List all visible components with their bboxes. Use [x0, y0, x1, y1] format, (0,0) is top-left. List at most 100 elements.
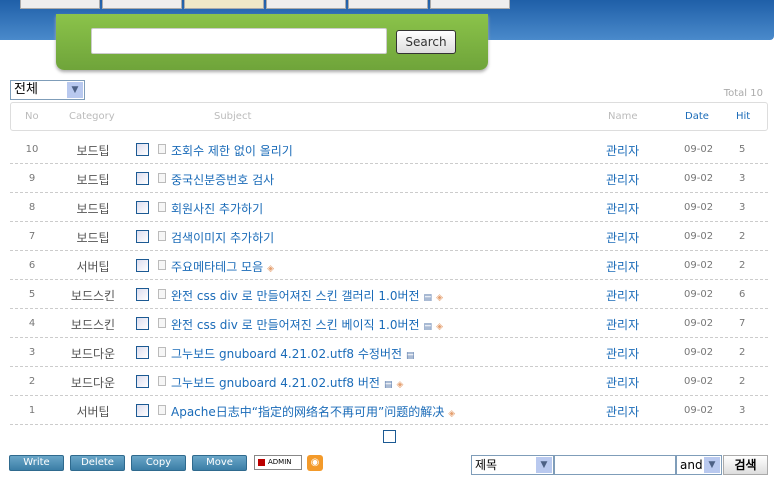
search-button[interactable]: Search	[396, 30, 456, 54]
row-author[interactable]: 관리자	[606, 200, 639, 217]
row-category[interactable]: 보드팁	[65, 171, 121, 188]
row-date: 09-02	[684, 231, 714, 242]
row-date: 09-02	[684, 202, 714, 213]
row-checkbox[interactable]	[136, 346, 149, 359]
row-author[interactable]: 관리자	[606, 171, 639, 188]
row-checkbox[interactable]	[136, 172, 149, 185]
row-category[interactable]: 보드스킨	[65, 287, 121, 304]
document-icon	[158, 318, 166, 328]
row-checkbox[interactable]	[136, 230, 149, 243]
row-checkbox[interactable]	[136, 259, 149, 272]
row-subject-link[interactable]: 조회수 제한 없이 올리기	[171, 144, 293, 158]
row-date: 09-02	[684, 405, 714, 416]
row-subject-link[interactable]: 완전 css div 로 만들어져진 스킨 갤러리 1.0버전	[171, 289, 420, 303]
select-all-checkbox[interactable]	[383, 430, 396, 443]
nav-tab-active[interactable]	[184, 0, 264, 9]
keyword-input[interactable]	[554, 455, 676, 475]
document-icon	[158, 376, 166, 386]
row-category[interactable]: 서버팁	[65, 403, 121, 420]
header-hit[interactable]: Hit	[736, 111, 750, 122]
total-count: Total 10	[723, 88, 763, 99]
search-field-value: 제목	[475, 458, 498, 472]
row-category[interactable]: 보드팁	[65, 200, 121, 217]
chevron-down-icon: ▼	[704, 457, 720, 473]
tag-icon: ◈	[436, 293, 443, 303]
nav-tab[interactable]	[20, 0, 100, 9]
tag-icon: ◈	[267, 264, 275, 274]
row-checkbox[interactable]	[136, 375, 149, 388]
row-no: 3	[28, 347, 36, 358]
nav-tab[interactable]	[102, 0, 182, 9]
row-date: 09-02	[684, 376, 714, 387]
move-button[interactable]: Move	[192, 455, 247, 471]
table-row: 6 서버팁 주요메타테그 모음 ◈ 관리자 09-02 2	[10, 251, 768, 280]
search-field-select[interactable]: 제목 ▼	[471, 455, 554, 475]
footer-search-button[interactable]: 검색	[723, 455, 768, 475]
row-no: 1	[28, 405, 36, 416]
row-hit: 5	[739, 144, 746, 155]
row-author[interactable]: 관리자	[606, 345, 639, 362]
row-checkbox[interactable]	[136, 317, 149, 330]
chevron-down-icon: ▼	[536, 457, 552, 473]
row-category[interactable]: 보드팁	[65, 229, 121, 246]
table-header: No Category Subject Name Date Hit	[10, 102, 768, 131]
header-category: Category	[69, 111, 115, 122]
table-row: 1 서버팁 Apache日志中“指定的网络名不再可用”问题的解决 ◈ 관리자 09…	[10, 396, 768, 425]
row-subject-link[interactable]: 그누보드 gnuboard 4.21.02.utf8 수정버전	[171, 347, 402, 361]
row-checkbox[interactable]	[136, 143, 149, 156]
row-subject-link[interactable]: 중국신분증번호 검사	[171, 173, 274, 187]
row-author[interactable]: 관리자	[606, 374, 639, 391]
row-author[interactable]: 관리자	[606, 258, 639, 275]
table-row: 7 보드팁 검색이미지 추가하기 관리자 09-02 2	[10, 222, 768, 251]
header-subject: Subject	[214, 111, 252, 122]
row-checkbox[interactable]	[136, 404, 149, 417]
file-attachment-icon: ▤	[423, 322, 433, 332]
row-hit: 2	[739, 347, 746, 358]
nav-tab[interactable]	[348, 0, 428, 9]
row-subject-link[interactable]: 그누보드 gnuboard 4.21.02.utf8 버전	[171, 376, 380, 390]
row-no: 10	[25, 144, 39, 155]
row-date: 09-02	[684, 318, 714, 329]
row-author[interactable]: 관리자	[606, 403, 639, 420]
row-author[interactable]: 관리자	[606, 316, 639, 333]
row-date: 09-02	[684, 260, 714, 271]
row-checkbox[interactable]	[136, 288, 149, 301]
header-no: No	[25, 111, 39, 122]
row-category[interactable]: 보드팁	[65, 142, 121, 159]
category-select[interactable]: 전체 ▼	[10, 80, 85, 100]
row-author[interactable]: 관리자	[606, 142, 639, 159]
table-row: 2 보드다운 그누보드 gnuboard 4.21.02.utf8 버전 ▤ ◈ 관…	[10, 367, 768, 396]
row-subject-link[interactable]: 주요메타테그 모음	[171, 260, 263, 274]
nav-tab[interactable]	[430, 0, 510, 9]
table-row: 3 보드다운 그누보드 gnuboard 4.21.02.utf8 수정버전 ▤ …	[10, 338, 768, 367]
operator-select[interactable]: and ▼	[676, 455, 722, 475]
row-subject-link[interactable]: Apache日志中“指定的网络名不再可用”问题的解决	[171, 405, 444, 419]
nav-tab[interactable]	[266, 0, 346, 9]
row-date: 09-02	[684, 173, 714, 184]
file-attachment-icon: ▤	[406, 351, 415, 361]
table-row: 10 보드팁 조회수 제한 없이 올리기 관리자 09-02 5	[10, 135, 768, 164]
tag-icon: ◈	[396, 380, 404, 390]
document-icon	[158, 289, 166, 299]
row-hit: 2	[739, 260, 746, 271]
row-author[interactable]: 관리자	[606, 229, 639, 246]
search-input[interactable]	[91, 28, 387, 54]
delete-button[interactable]: Delete	[70, 455, 125, 471]
header-name: Name	[608, 111, 638, 122]
admin-button[interactable]: ADMIN	[254, 455, 302, 470]
row-category[interactable]: 보드다운	[65, 374, 121, 391]
write-button[interactable]: Write	[9, 455, 64, 471]
copy-button[interactable]: Copy	[131, 455, 186, 471]
rss-icon[interactable]: ◉	[307, 455, 323, 471]
row-subject-link[interactable]: 회원사진 추가하기	[171, 202, 263, 216]
row-subject-link[interactable]: 완전 css div 로 만들어져진 스킨 베이직 1.0버전	[171, 318, 420, 332]
row-category[interactable]: 서버팁	[65, 258, 121, 275]
row-category[interactable]: 보드스킨	[65, 316, 121, 333]
table-row: 5 보드스킨 완전 css div 로 만들어져진 스킨 갤러리 1.0버전 ▤ ◈…	[10, 280, 768, 309]
row-checkbox[interactable]	[136, 201, 149, 214]
row-subject-link[interactable]: 검색이미지 추가하기	[171, 231, 274, 245]
header-date[interactable]: Date	[685, 111, 709, 122]
document-icon	[158, 347, 166, 357]
row-author[interactable]: 관리자	[606, 287, 639, 304]
row-category[interactable]: 보드다운	[65, 345, 121, 362]
